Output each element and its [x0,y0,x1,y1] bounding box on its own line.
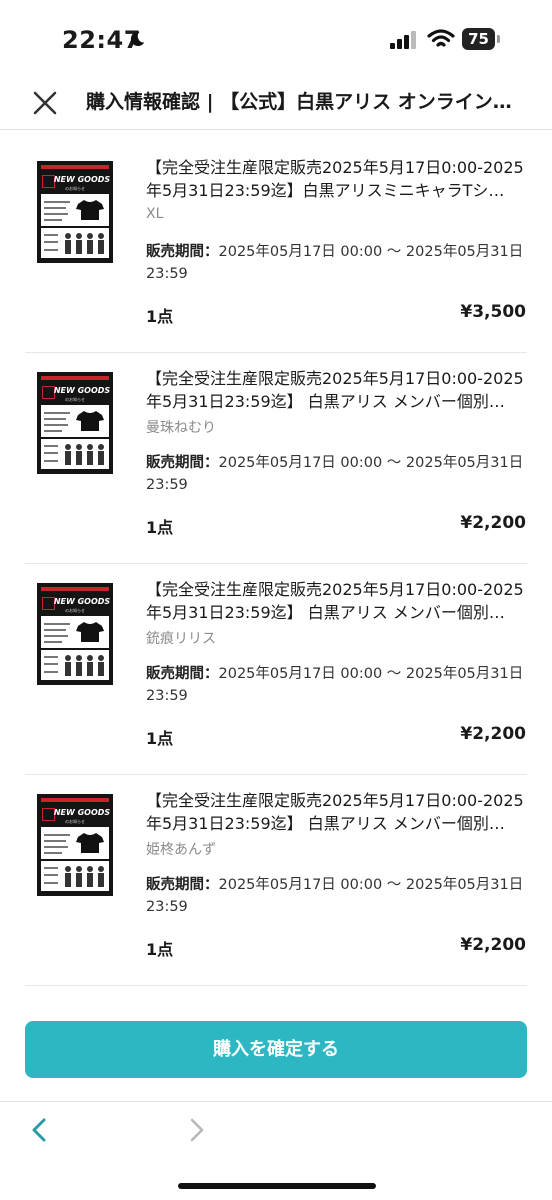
thumbnail-heading: NEW GOODS [53,808,111,817]
sales-period-label: 販売期間： [146,666,219,682]
sales-period: 販売期間：2025年05月17日 00:00 〜 2025年05月31日 23:… [146,452,530,496]
product-quantity: 1点 [146,940,174,959]
product-variant: 銃痕リリス [146,631,216,647]
battery-level: 75 [462,28,495,50]
item-divider [25,985,527,986]
sales-period: 販売期間：2025年05月17日 00:00 〜 2025年05月31日 23:… [146,241,530,285]
order-item: NEW GOODS のお知らせ 【完全受注生産限定販売2025年5月17日0:0… [0,353,552,564]
sales-period-label: 販売期間： [146,455,219,471]
thumbnail-heading: NEW GOODS [53,175,111,184]
product-quantity: 1点 [146,518,174,537]
thumbnail-heading: NEW GOODS [53,386,111,395]
product-thumbnail: NEW GOODS のお知らせ [37,372,113,474]
header-divider [0,129,552,130]
status-bar: 22:47 75 [0,0,552,82]
product-price: ¥2,200 [460,724,526,744]
product-name: 【完全受注生産限定販売2025年5月17日0:00-2025年5月31日23:5… [146,369,524,411]
product-name: 【完全受注生産限定販売2025年5月17日0:00-2025年5月31日23:5… [146,791,524,833]
order-item: NEW GOODS のお知らせ 【完全受注生産限定販売2025年5月17日0:0… [0,564,552,775]
product-quantity: 1点 [146,307,174,326]
sales-period: 販売期間：2025年05月17日 00:00 〜 2025年05月31日 23:… [146,874,530,918]
wifi-icon [427,29,455,47]
product-thumbnail: NEW GOODS のお知らせ [37,161,113,263]
product-variant: XL [146,206,164,222]
product-price: ¥3,500 [460,302,526,322]
order-item: NEW GOODS のお知らせ 【完全受注生産限定販売2025年5月17日0:0… [0,775,552,986]
sales-period: 販売期間：2025年05月17日 00:00 〜 2025年05月31日 23:… [146,663,530,707]
product-price: ¥2,200 [460,513,526,533]
thumbnail-subheading: のお知らせ [65,186,85,191]
thumbnail-heading: NEW GOODS [53,597,111,606]
thumbnail-subheading: のお知らせ [65,397,85,402]
sales-period-label: 販売期間： [146,244,219,260]
product-variant: 姫柊あんず [146,842,216,858]
product-variant: 曼珠ねむり [146,420,216,436]
thumbnail-subheading: のお知らせ [65,608,85,613]
order-item: NEW GOODS のお知らせ 【完全受注生産限定販売2025年5月17日0:0… [0,142,552,353]
page-title: 購入情報確認 | 【公式】白黒アリス オンライン… [86,91,512,113]
sales-period-label: 販売期間： [146,877,219,893]
toolbar-divider [0,1101,552,1102]
chevron-left-icon[interactable] [28,1116,52,1144]
battery-icon: 75 [462,28,502,50]
product-price: ¥2,200 [460,935,526,955]
product-quantity: 1点 [146,729,174,748]
product-name: 【完全受注生産限定販売2025年5月17日0:00-2025年5月31日23:5… [146,580,524,622]
chevron-right-icon[interactable] [184,1116,208,1144]
cellular-signal-icon [390,31,416,49]
close-icon[interactable] [28,86,62,120]
product-name: 【完全受注生産限定販売2025年5月17日0:00-2025年5月31日23:5… [146,158,524,200]
page-header: 購入情報確認 | 【公式】白黒アリス オンライン… [0,82,552,126]
home-indicator[interactable] [178,1183,376,1189]
thumbnail-subheading: のお知らせ [65,819,85,824]
product-thumbnail: NEW GOODS のお知らせ [37,583,113,685]
confirm-purchase-button[interactable]: 購入を確定する [25,1021,527,1078]
product-thumbnail: NEW GOODS のお知らせ [37,794,113,896]
moon-icon [130,31,145,47]
